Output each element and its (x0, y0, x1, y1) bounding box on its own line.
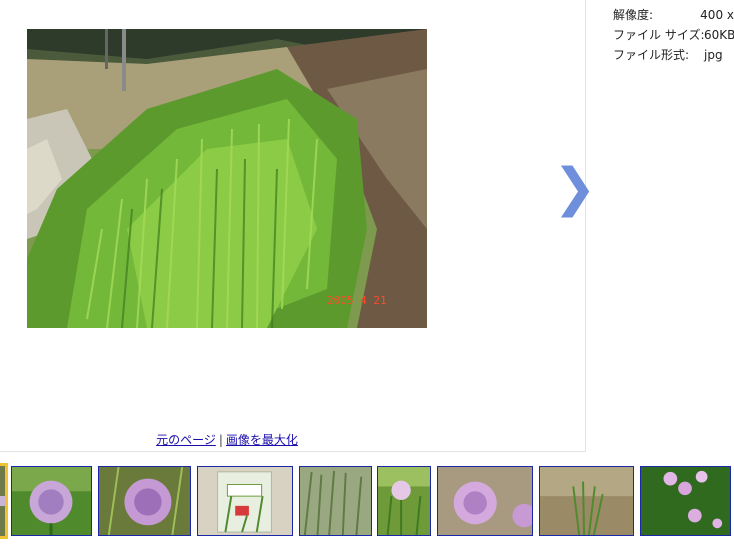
thumbnail-selected[interactable] (0, 463, 8, 539)
date-stamp: 2005 4 21 (327, 294, 387, 307)
thumbnail[interactable] (539, 466, 634, 536)
detail-file-format: ファイル形式: jpg (613, 47, 734, 67)
thumbnail[interactable] (437, 466, 533, 536)
main-photo[interactable]: 2005 4 21 (27, 29, 427, 328)
thumbnail[interactable] (299, 466, 372, 536)
thumbnail[interactable] (377, 466, 431, 536)
link-separator: | (218, 433, 223, 447)
detail-file-size: ファイル サイズ: 60KB (613, 27, 734, 47)
detail-value: 400 x (700, 8, 734, 22)
image-viewer-panel: 2005 4 21 ❯ 元のページ | 画像を最大化 (0, 0, 597, 452)
detail-label: ファイル サイズ: (613, 28, 705, 42)
thumbnail[interactable] (197, 466, 293, 536)
thumbnail[interactable] (11, 466, 92, 536)
detail-resolution: 解像度: 400 x (613, 7, 734, 27)
image-links: 元のページ | 画像を最大化 (0, 431, 454, 448)
maximize-image-link[interactable]: 画像を最大化 (226, 433, 298, 447)
chive-field-photo: 2005 4 21 (27, 29, 427, 328)
image-details: 解像度: 400 x ファイル サイズ: 60KB ファイル形式: jpg (613, 7, 734, 67)
next-image-button[interactable]: ❯ (553, 160, 597, 220)
thumbnail-strip (0, 462, 734, 542)
detail-label: 解像度: (613, 8, 654, 22)
thumbnail[interactable] (640, 466, 731, 536)
detail-value: jpg (704, 48, 723, 62)
detail-label: ファイル形式: (613, 48, 690, 62)
detail-value: 60KB (704, 28, 734, 42)
thumbnail[interactable] (98, 466, 191, 536)
original-page-link[interactable]: 元のページ (156, 433, 216, 447)
